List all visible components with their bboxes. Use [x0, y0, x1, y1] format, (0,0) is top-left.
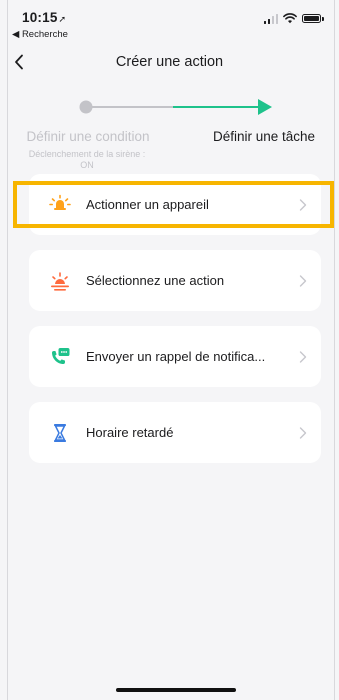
hourglass-icon — [49, 422, 71, 444]
cellular-signal-icon — [263, 13, 278, 24]
nav-bar: Créer une action — [0, 50, 339, 74]
light-bulb-icon — [49, 194, 71, 216]
step-progress-line — [79, 99, 272, 115]
action-item-label: Horaire retardé — [86, 425, 174, 440]
action-item-label: Envoyer un rappel de notifica... — [86, 349, 266, 364]
chevron-right-icon — [299, 426, 307, 439]
wifi-icon — [283, 13, 297, 24]
action-item-device[interactable]: Actionner un appareil — [29, 174, 321, 235]
sunrise-icon — [49, 270, 71, 292]
screen: 10:15➚ ◀ Recherche Créer une action Défi… — [0, 0, 339, 700]
action-item-delay[interactable]: Horaire retardé — [29, 402, 321, 463]
chevron-right-icon — [299, 274, 307, 287]
action-item-notification[interactable]: Envoyer un rappel de notifica... — [29, 326, 321, 387]
status-icons — [263, 13, 324, 24]
phone-message-icon — [49, 346, 71, 368]
chevron-right-icon — [299, 350, 307, 363]
step-progress: Définir une condition Déclenchement de l… — [0, 94, 339, 174]
location-icon: ➚ — [58, 14, 67, 24]
page-title: Créer une action — [115, 54, 224, 70]
battery-icon — [302, 13, 324, 24]
action-item-label: Sélectionnez une action — [86, 273, 225, 288]
status-time: 10:15➚ — [22, 10, 66, 25]
step-2-label: Définir une tâche — [212, 129, 316, 144]
home-indicator[interactable] — [116, 688, 236, 692]
action-item-scene[interactable]: Sélectionnez une action — [29, 250, 321, 311]
chevron-right-icon — [299, 198, 307, 211]
action-item-label: Actionner un appareil — [86, 197, 209, 212]
step-2-arrow — [258, 99, 272, 115]
step-1-label: Définir une condition — [26, 129, 150, 144]
back-to-app-link[interactable]: ◀ Recherche — [12, 29, 68, 40]
step-1-sublabel: Déclenchement de la sirène : ON — [28, 149, 146, 170]
status-time-text: 10:15 — [22, 10, 58, 25]
step-1-dot — [79, 100, 93, 114]
status-bar: 10:15➚ ◀ Recherche — [0, 0, 339, 44]
